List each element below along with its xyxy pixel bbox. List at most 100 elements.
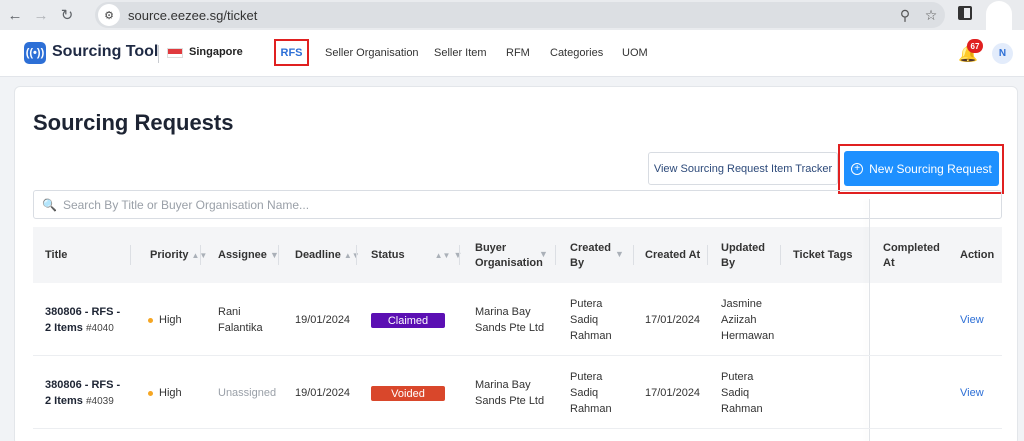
reload-icon[interactable]: ↻ [56,4,78,26]
col-completed-label-1: Completed [883,242,940,254]
country-selector[interactable]: Singapore [189,46,243,58]
address-bar[interactable]: ⚙ source.eezee.sg/ticket ⚲ ☆ [95,2,945,28]
nav-seller-item[interactable]: Seller Item [434,47,487,59]
col-deadline-label: Deadline [295,249,341,261]
row-updated-by: Jasmine Aziizah Hermawan [721,296,774,344]
main-card: Sourcing Requests View Sourcing Request … [14,86,1018,441]
logo-icon: ((•)) [24,42,46,64]
search-icon: 🔍 [42,197,57,212]
row-assignee-line-2: Falantika [218,322,263,334]
new-sourcing-request-label: New Sourcing Request [869,161,992,176]
row-updated-by: Putera Sadiq Rahman [721,369,763,417]
col-action: Action [960,249,995,261]
app-title[interactable]: Sourcing Tool [52,43,158,61]
status-badge: Claimed [371,313,445,328]
row-buyer-organisation: Marina Bay Sands Pte Ltd [475,304,544,336]
column-divider [130,245,131,265]
nav-rfm[interactable]: RFM [506,47,530,59]
col-title: Title [45,249,68,261]
col-buyer-organisation[interactable]: Buyer Organisation [475,241,543,271]
row-created-by: Putera Sadiq Rahman [570,296,612,344]
avatar[interactable]: N [992,43,1013,64]
priority-dot-icon [148,317,153,323]
zoom-icon[interactable]: ⚲ [895,5,915,25]
row-created-by-line-3: Rahman [570,330,612,342]
row-buyer-line-1: Marina Bay [475,379,531,391]
row-updated-by-line-1: Putera [721,371,754,383]
row-buyer-line-2: Sands Pte Ltd [475,322,545,334]
view-item-tracker-button[interactable]: View Sourcing Request Item Tracker [648,152,838,185]
col-created-by-label-1: Created [570,242,611,254]
col-completed-label-2: At [883,257,895,269]
row-created-by: Putera Sadiq Rahman [570,369,612,417]
row-updated-by-line-2: Sadiq [721,387,750,399]
row-updated-by-line-2: Aziizah [721,314,757,326]
nav-rfs[interactable]: RFS [274,39,309,66]
col-created-at: Created At [645,249,701,261]
row-deadline: 19/01/2024 [295,387,351,399]
col-created-by[interactable]: Created By [570,241,611,271]
col-priority[interactable]: Priority▲▼ [150,248,207,263]
col-status[interactable]: Status ▲▼ ▼ [371,248,462,263]
col-assignee[interactable]: Assignee ▼ [218,248,279,263]
view-link[interactable]: View [960,385,984,401]
column-divider [278,245,279,265]
browser-toolbar: ← → ↻ ⚙ source.eezee.sg/ticket ⚲ ☆ [0,0,1024,31]
column-divider [633,245,634,265]
row-priority: High [148,312,182,328]
filter-icon[interactable]: ▼ [539,247,548,262]
filter-icon[interactable]: ▼ [615,247,624,262]
sort-icon[interactable]: ▲▼ [435,251,451,260]
side-panel-icon[interactable] [958,6,972,20]
bookmark-star-icon[interactable]: ☆ [921,5,941,25]
col-created-by-label-2: By [570,257,585,269]
search-input[interactable]: 🔍 Search By Title or Buyer Organisation … [33,190,1002,219]
column-divider [356,245,357,265]
row-created-by-line-2: Sadiq [570,387,599,399]
row-assignee-line-1: Rani [218,306,241,318]
nav-seller-organisation[interactable]: Seller Organisation [325,47,419,59]
row-title[interactable]: 380806 - RFS - 2 Items #4039 [45,377,120,410]
singapore-flag-icon [167,48,183,58]
search-placeholder: Search By Title or Buyer Organisation Na… [62,197,310,212]
row-created-by-line-2: Sadiq [570,314,599,326]
column-divider [780,245,781,265]
forward-icon[interactable]: → [30,4,52,26]
row-buyer-line-2: Sands Pte Ltd [475,395,545,407]
nav-categories[interactable]: Categories [550,47,603,59]
sort-icon[interactable]: ▲▼ [344,251,360,260]
app-header: ((•)) Sourcing Tool Singapore RFS Seller… [0,30,1024,77]
browser-profile[interactable] [986,1,1012,31]
row-priority-label: High [159,314,182,326]
column-divider [459,245,460,265]
col-updated-by: Updated By [721,241,765,271]
row-created-at: 17/01/2024 [645,387,701,399]
col-deadline[interactable]: Deadline ▲▼ [295,248,360,263]
row-title-line-1: 380806 - RFS - [45,379,121,391]
row-created-by-line-3: Rahman [570,403,612,415]
status-badge: Voided [371,386,445,401]
col-priority-label: Priority [150,249,189,261]
row-updated-by-line-3: Hermawan [721,330,775,342]
filter-icon[interactable]: ▼ [454,250,463,260]
row-priority-label: High [159,387,182,399]
row-title-line-2: 2 Items [45,395,83,407]
ticket-id: #4040 [85,323,114,334]
nav-uom[interactable]: UOM [622,47,648,59]
col-status-label: Status [371,249,405,261]
view-link[interactable]: View [960,312,984,328]
new-sourcing-request-button[interactable]: + New Sourcing Request [844,151,999,186]
table-row[interactable]: 380806 - RFS - 2 Items #4040 High Rani Fa… [33,283,1002,356]
col-assignee-label: Assignee [218,249,267,261]
row-updated-by-line-1: Jasmine [721,298,762,310]
priority-dot-icon [148,390,153,396]
row-updated-by-line-3: Rahman [721,403,763,415]
site-settings-icon[interactable]: ⚙ [98,4,120,26]
col-updated-by-label-1: Updated [721,242,765,254]
back-icon[interactable]: ← [4,4,26,26]
page-title: Sourcing Requests [33,110,234,135]
table-row[interactable]: 380806 - RFS - 2 Items #4039 High Unassi… [33,356,1002,429]
row-assignee: Rani Falantika [218,304,263,336]
url-text[interactable]: source.eezee.sg/ticket [128,8,257,23]
row-title[interactable]: 380806 - RFS - 2 Items #4040 [45,304,120,337]
